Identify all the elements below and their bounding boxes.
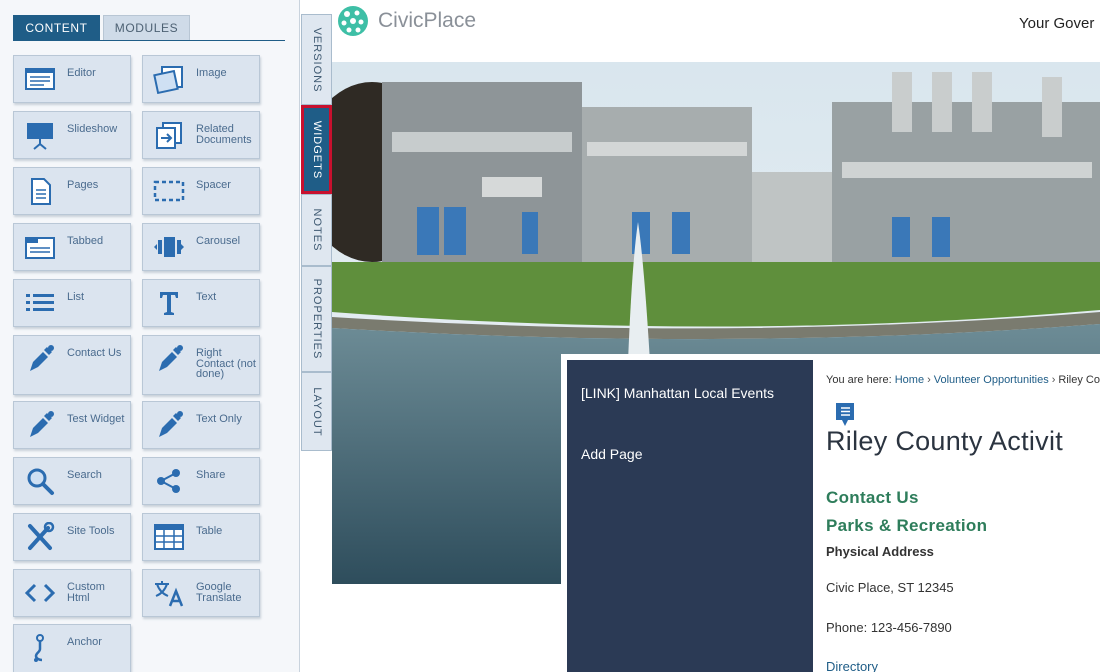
text-only-icon — [159, 411, 183, 437]
breadcrumb: You are here: Home › Volunteer Opportuniti… — [826, 374, 1100, 386]
panel-tabs: CONTENT MODULES — [13, 15, 285, 41]
widget-text-only[interactable]: Text Only — [142, 401, 260, 449]
widget-site-tools[interactable]: Site Tools — [13, 513, 131, 561]
address-text: Civic Place, ST 12345 — [826, 580, 954, 595]
cms-page-editor: CONTENT MODULES Editor Image Slideshow R… — [0, 0, 1100, 672]
civicplace-logo-icon — [338, 6, 368, 36]
search-icon — [27, 468, 54, 495]
image-icon — [153, 66, 183, 94]
widget-label: Custom Html — [67, 581, 105, 604]
slideshow-icon — [27, 123, 53, 150]
widget-share[interactable]: Share — [142, 457, 260, 505]
test-widget-icon — [30, 411, 54, 437]
editor-icon — [25, 68, 55, 90]
widget-label: Text — [196, 291, 217, 303]
widget-label: Related Documents — [196, 123, 252, 146]
widget-text[interactable]: Text — [142, 279, 260, 327]
widget-google-translate[interactable]: Google Translate — [142, 569, 260, 617]
nav-add-page[interactable]: Add Page — [581, 444, 781, 464]
widget-label: Image — [196, 67, 227, 79]
widget-right-contact[interactable]: Right Contact (not done) — [142, 335, 260, 395]
text-icon — [160, 292, 178, 315]
widget-label: Test Widget — [67, 413, 125, 425]
directory-link[interactable]: Directory — [826, 659, 878, 672]
phone-text: Phone: 123-456-7890 — [826, 620, 952, 635]
widget-label: Editor — [67, 67, 96, 79]
widget-search[interactable]: Search — [13, 457, 131, 505]
page-content: You are here: Home › Volunteer Opportuniti… — [813, 354, 1100, 672]
nav-link-manhattan-local-events[interactable]: [LINK] Manhattan Local Events — [581, 383, 781, 403]
breadcrumb-current: Riley Co — [1058, 374, 1100, 386]
widget-label: Carousel — [196, 235, 241, 247]
side-tab-properties[interactable]: PROPERTIES — [301, 266, 332, 372]
contact-us-heading: Contact Us — [826, 488, 919, 507]
pages-icon — [31, 178, 51, 205]
code-icon — [24, 583, 56, 603]
widget-label: List — [67, 291, 85, 303]
page-widget-flag-icon[interactable] — [835, 402, 855, 428]
widget-label: Right Contact (not done) — [196, 347, 256, 380]
widget-pages[interactable]: Pages — [13, 167, 131, 215]
page-title: Riley County Activit — [826, 426, 1064, 456]
site-header: CivicPlace Your Gover — [332, 0, 1100, 62]
carousel-icon — [154, 237, 184, 257]
spacer-icon — [153, 180, 185, 202]
physical-address-label: Physical Address — [826, 544, 934, 559]
widget-editor[interactable]: Editor — [13, 55, 131, 103]
tab-modules[interactable]: MODULES — [103, 15, 190, 40]
side-tab-label: LAYOUT — [310, 386, 323, 437]
widget-slideshow[interactable]: Slideshow — [13, 111, 131, 159]
share-icon — [157, 469, 180, 493]
anchor-icon — [34, 634, 44, 662]
table-icon — [154, 524, 184, 550]
breadcrumb-volunteer[interactable]: Volunteer Opportunities — [934, 374, 1049, 386]
site-tools-icon — [28, 522, 55, 550]
tab-content[interactable]: CONTENT — [13, 15, 100, 40]
widget-tabbed[interactable]: Tabbed — [13, 223, 131, 271]
breadcrumb-prefix: You are here: — [826, 374, 892, 386]
widget-label: Site Tools — [67, 525, 115, 537]
side-tab-label: PROPERTIES — [310, 278, 323, 360]
site-tagline: Your Gover — [1019, 15, 1095, 32]
widget-anchor[interactable]: Anchor — [13, 624, 131, 672]
side-tab-label: NOTES — [310, 208, 323, 252]
widget-custom-html[interactable]: Custom Html — [13, 569, 131, 617]
widget-list[interactable]: List — [13, 279, 131, 327]
widget-label: Share — [196, 469, 226, 481]
widget-label: Anchor — [67, 636, 102, 648]
side-tab-widgets[interactable]: WIDGETS — [301, 105, 332, 194]
widget-table[interactable]: Table — [142, 513, 260, 561]
widget-label: Search — [67, 469, 102, 481]
list-icon — [26, 294, 54, 311]
side-tab-notes[interactable]: NOTES — [301, 194, 332, 266]
widget-label: Tabbed — [67, 235, 104, 247]
contact-us-icon — [30, 345, 54, 371]
related-documents-icon — [156, 122, 182, 149]
widget-label: Text Only — [196, 413, 242, 425]
side-tab-versions[interactable]: VERSIONS — [301, 14, 332, 105]
side-tab-layout[interactable]: LAYOUT — [301, 372, 332, 451]
right-contact-icon — [159, 345, 183, 371]
side-tab-label: WIDGETS — [310, 120, 323, 179]
widget-label: Contact Us — [67, 347, 122, 359]
widget-label: Pages — [67, 179, 99, 191]
breadcrumb-home[interactable]: Home — [895, 374, 924, 386]
widget-label: Table — [196, 525, 223, 537]
widget-carousel[interactable]: Carousel — [142, 223, 260, 271]
site-side-nav: [LINK] Manhattan Local Events Add Page — [561, 354, 813, 672]
widget-test-widget[interactable]: Test Widget — [13, 401, 131, 449]
widget-contact-us[interactable]: Contact Us — [13, 335, 131, 395]
widget-image[interactable]: Image — [142, 55, 260, 103]
side-tab-label: VERSIONS — [310, 27, 323, 92]
widget-label: Spacer — [196, 179, 231, 191]
tabbed-icon — [25, 237, 55, 259]
widget-label: Slideshow — [67, 123, 118, 135]
site-logo-text[interactable]: CivicPlace — [378, 9, 476, 33]
widget-panel: CONTENT MODULES Editor Image Slideshow R… — [0, 0, 300, 672]
widget-label: Google Translate — [196, 581, 242, 604]
widget-spacer[interactable]: Spacer — [142, 167, 260, 215]
department-heading: Parks & Recreation — [826, 516, 988, 535]
translate-icon — [155, 581, 184, 607]
widget-related-documents[interactable]: Related Documents — [142, 111, 260, 159]
